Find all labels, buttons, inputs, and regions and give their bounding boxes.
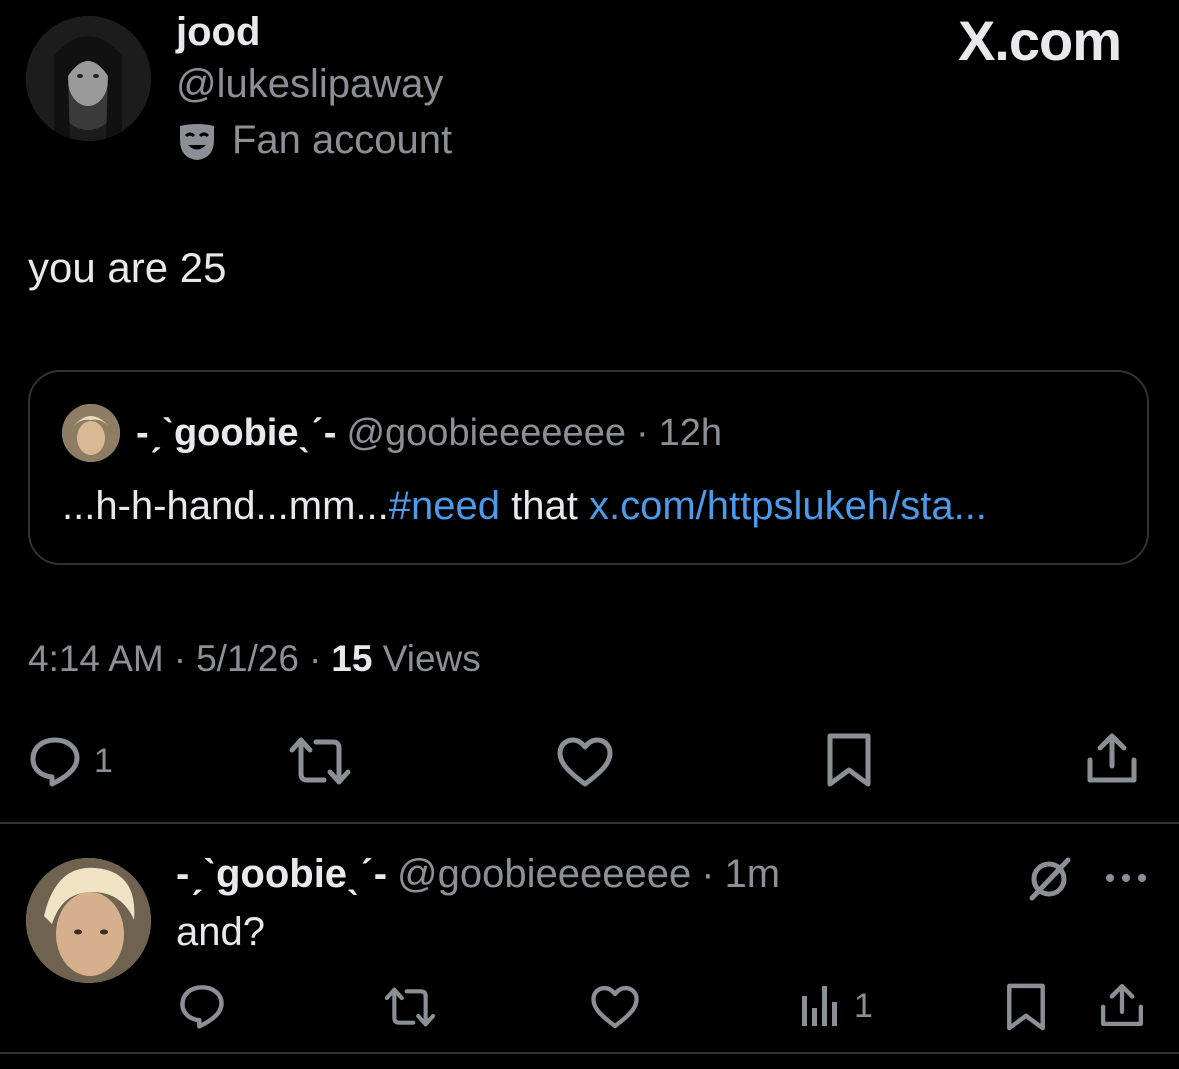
share-icon — [1087, 733, 1137, 783]
reply-author-name[interactable]: -ˏˋgoobieˎˊ- — [176, 852, 387, 897]
quote-url-link[interactable]: x.com/httpslukeh/sta... — [589, 484, 987, 528]
bookmark-button[interactable] — [824, 732, 874, 788]
bookmark-icon — [1007, 983, 1045, 1031]
retweet-button[interactable] — [286, 734, 354, 788]
views-count[interactable]: 15 — [331, 638, 372, 679]
reply-text: and? — [176, 910, 265, 954]
reply-share-button[interactable] — [1098, 980, 1146, 1030]
tweet-time[interactable]: 4:14 AM — [28, 638, 164, 680]
fan-account-badge: Fan account — [176, 118, 452, 163]
separator-dot: · — [701, 852, 715, 896]
reply-icon — [30, 737, 80, 787]
author-avatar[interactable] — [26, 16, 151, 141]
author-name[interactable]: jood — [176, 10, 260, 55]
badge-label: Fan account — [232, 118, 453, 162]
more-options-button[interactable] — [1104, 870, 1148, 886]
reply-author-handle[interactable]: @goobieeeeeee — [397, 852, 691, 897]
like-icon — [591, 985, 639, 1029]
reply-author-avatar[interactable] — [26, 858, 151, 983]
reply-reply-button[interactable] — [178, 982, 226, 1030]
grok-icon — [1029, 857, 1071, 901]
quote-author-name[interactable]: -ˏˋgoobieˎˊ- — [136, 412, 336, 455]
tweet-date[interactable]: 5/1/26 — [196, 638, 299, 680]
separator-dot: · — [308, 638, 322, 679]
divider — [0, 1052, 1179, 1054]
quote-author-handle[interactable]: @goobieeeeeee — [346, 412, 626, 455]
share-icon — [1101, 984, 1143, 1026]
retweet-icon — [384, 987, 436, 1027]
reply-timestamp[interactable]: 1m — [725, 852, 781, 897]
quote-header: -ˏˋgoobieˎˊ- @goobieeeeeee · 12h — [136, 412, 722, 455]
reply-views-button[interactable]: 1 — [800, 984, 873, 1028]
separator-dot: · — [173, 638, 187, 679]
quote-timestamp[interactable]: 12h — [659, 412, 722, 455]
views-icon — [802, 986, 837, 1026]
quote-author-avatar[interactable] — [62, 404, 120, 462]
separator-dot: · — [635, 412, 649, 454]
reply-views-count: 1 — [854, 986, 873, 1025]
quote-text-start: ...h-h-hand...mm... — [62, 484, 389, 528]
share-button[interactable] — [1084, 730, 1140, 786]
quote-text: ...h-h-hand...mm...#need that x.com/http… — [62, 484, 987, 529]
reply-button[interactable]: 1 — [28, 734, 113, 788]
bookmark-icon — [827, 733, 871, 787]
author-handle[interactable]: @lukeslipaway — [176, 62, 443, 107]
tweet-meta: 4:14 AM · 5/1/26 · 15 Views — [28, 638, 481, 680]
hashtag-link[interactable]: #need — [389, 484, 500, 528]
reply-like-button[interactable] — [590, 984, 640, 1030]
reply-icon — [180, 985, 224, 1029]
tweet-text: you are 25 — [28, 244, 227, 291]
quote-text-mid: that — [500, 484, 589, 528]
comedy-mask-icon — [176, 120, 218, 162]
reply-count: 1 — [94, 741, 113, 780]
like-icon — [557, 737, 613, 787]
like-button[interactable] — [556, 736, 614, 788]
grok-button[interactable] — [1026, 856, 1072, 902]
quoted-tweet-card[interactable] — [28, 370, 1149, 565]
retweet-icon — [289, 737, 351, 785]
views-label: Views — [382, 638, 481, 679]
reply-bookmark-button[interactable] — [1004, 982, 1048, 1032]
more-icon — [1106, 874, 1146, 882]
reply-retweet-button[interactable] — [382, 984, 438, 1030]
brand-watermark: X.com — [957, 9, 1122, 72]
reply-header: -ˏˋgoobieˎˊ- @goobieeeeeee · 1m — [176, 852, 780, 897]
divider — [0, 822, 1179, 824]
